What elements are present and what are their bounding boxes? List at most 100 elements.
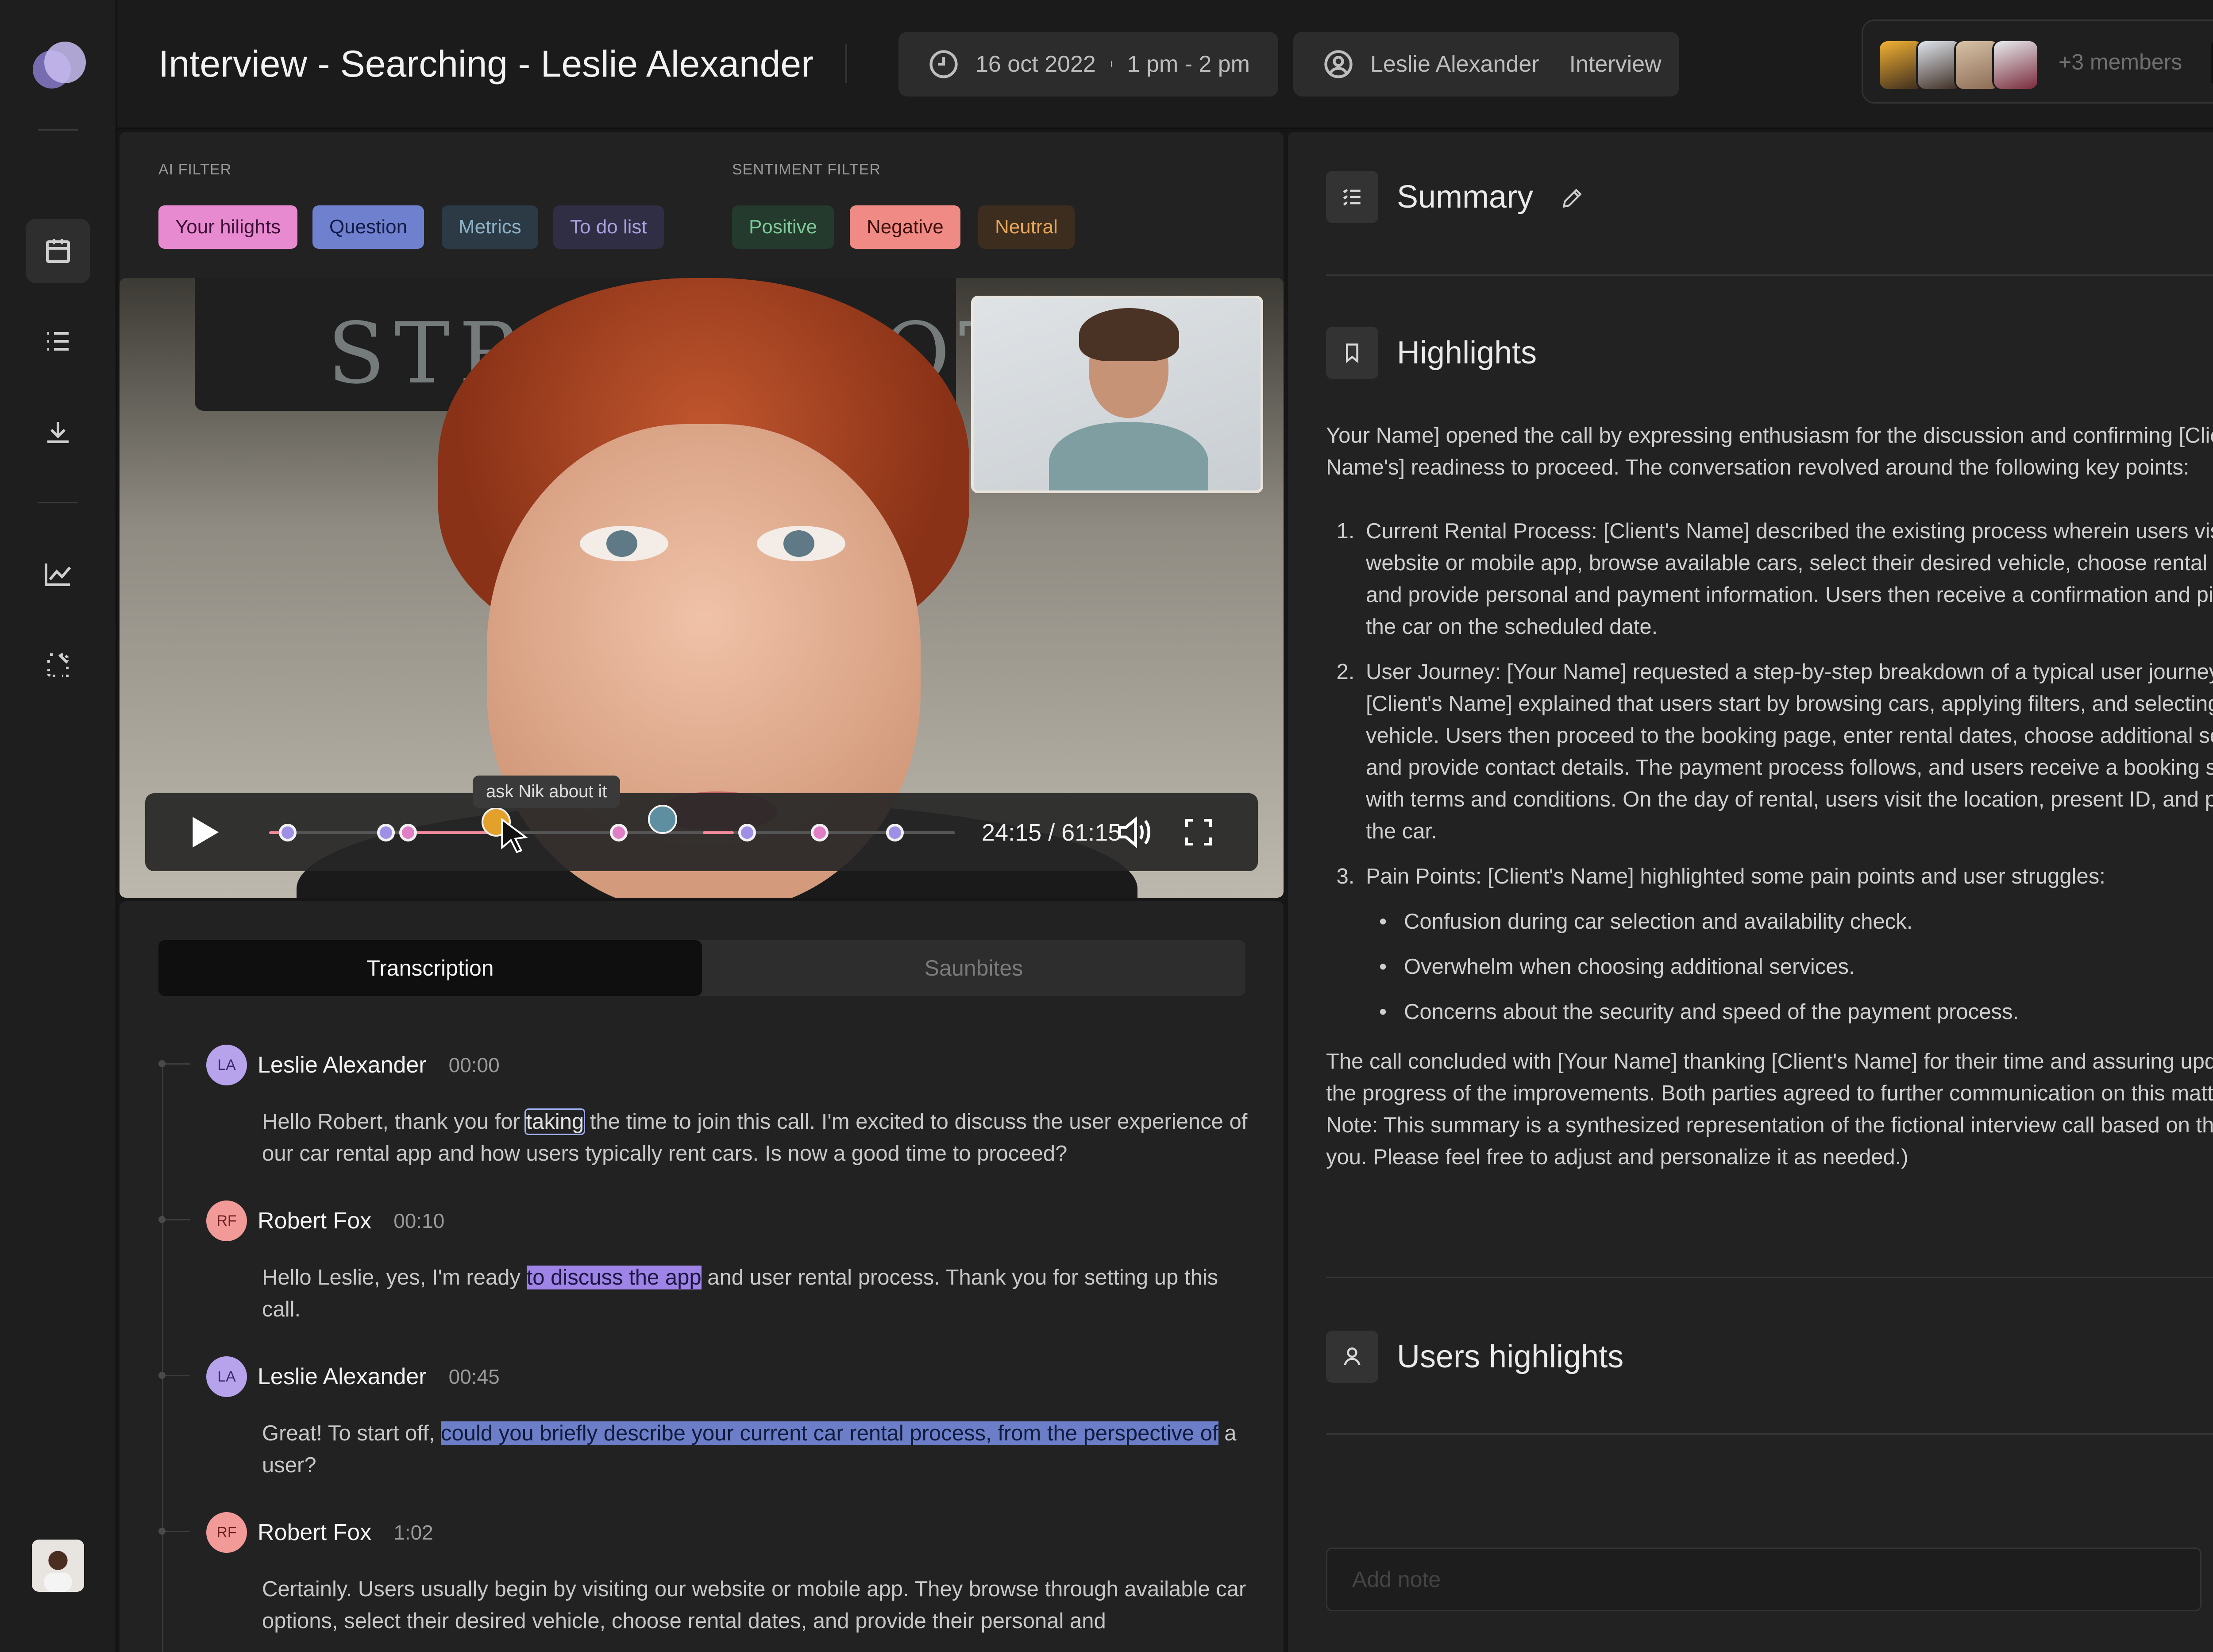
video-controls: ask Nik about it 24:15 / 61:15	[145, 776, 1258, 871]
timestamp[interactable]: 00:00	[449, 1053, 500, 1077]
video-player[interactable]: STRAWB HOT CH	[120, 278, 1284, 898]
transcript-text: Hello Leslie, yes, I'm ready to discuss …	[262, 1266, 1218, 1321]
filter-chip-metrics[interactable]: Metrics	[442, 205, 538, 249]
sidebar-item-list[interactable]	[26, 309, 90, 374]
timeline-tick	[158, 1528, 190, 1535]
question-span[interactable]: could you briefly describe your current …	[441, 1421, 1218, 1445]
section-icon	[1326, 1331, 1378, 1383]
app-logo[interactable]	[33, 42, 86, 90]
timeline-marker[interactable]	[811, 824, 829, 841]
checklist-icon	[1343, 189, 1361, 206]
sidebar-item-expand[interactable]	[26, 633, 90, 698]
timestamp[interactable]: 00:10	[393, 1209, 444, 1233]
transcript-entry[interactable]: RF Robert Fox 1:02 Certainly. Users usua…	[206, 1510, 1251, 1637]
sidebar	[0, 0, 117, 1652]
users-highlights-section-header[interactable]: Users highlights	[1326, 1331, 2213, 1388]
play-icon[interactable]	[189, 815, 220, 849]
timeline-marker[interactable]	[279, 824, 297, 841]
section-divider	[1326, 1277, 2213, 1278]
video-subject-eye	[757, 526, 845, 561]
speaker-initials: RF	[206, 1512, 247, 1553]
separator-dot	[1110, 61, 1112, 67]
pencil-icon[interactable]	[1560, 186, 1585, 211]
player-panel: AI FILTER SENTIMENT FILTER Your hilights…	[120, 132, 1284, 898]
sentiment-filter-label: SENTIMENT FILTER	[732, 161, 881, 178]
ai-filter-label: AI FILTER	[158, 161, 232, 178]
pain-points-list: Confusion during car selection and avail…	[1379, 906, 2213, 1028]
filter-chip-positive[interactable]: Positive	[732, 205, 834, 249]
highlights-section-header[interactable]: Highlights	[1326, 327, 2213, 384]
member-avatars[interactable]	[1878, 39, 2039, 91]
tab-saunbites[interactable]: Saunbites	[702, 940, 1245, 996]
tab-transcription[interactable]: Transcription	[158, 940, 702, 996]
transcript-text: Great! To start off, could you briefly d…	[262, 1421, 1237, 1477]
expand-icon	[47, 653, 69, 677]
summary-section-header[interactable]: Summary	[1326, 171, 2213, 228]
transcript-panel: Transcription Saunbites LA Leslie Alexan…	[120, 901, 1284, 1652]
pip-subject-hair	[1079, 308, 1179, 361]
sidebar-divider	[38, 129, 78, 131]
key-point: Current Rental Process: [Client's Name] …	[1361, 515, 2213, 643]
timeline-marker[interactable]	[738, 824, 756, 841]
picture-in-picture[interactable]	[971, 296, 1263, 493]
cursor-icon	[501, 818, 528, 853]
key-points-list: Current Rental Process: [Client's Name] …	[1361, 515, 2213, 1028]
user-avatar-icon	[44, 1551, 72, 1592]
speaker-initials: RF	[206, 1200, 247, 1241]
video-subject-eye	[580, 526, 668, 561]
transcript-entry[interactable]: LA Leslie Alexander 00:45 Great! To star…	[206, 1355, 1251, 1481]
filter-chip-question[interactable]: Question	[312, 205, 424, 249]
filter-chip-todo[interactable]: To do list	[553, 205, 664, 249]
title-divider	[845, 44, 847, 83]
timeline-tick	[158, 1216, 190, 1223]
pain-point: Confusion during car selection and avail…	[1379, 906, 2213, 938]
timeline-marker[interactable]	[399, 824, 417, 841]
note-input[interactable]: Add note	[1326, 1548, 2201, 1611]
transcript-entry[interactable]: RF Robert Fox 00:10 Hello Leslie, yes, I…	[206, 1199, 1251, 1325]
member-avatar[interactable]	[1992, 39, 2039, 91]
section-divider	[1326, 274, 2213, 276]
add-member-button[interactable]	[2211, 39, 2213, 86]
top-bar: Interview - Searching - Leslie Alexander…	[117, 0, 2213, 129]
speaker-name: Leslie Alexander	[258, 1364, 427, 1390]
filter-chip-negative[interactable]: Negative	[850, 205, 960, 249]
members-count[interactable]: +3 members	[2059, 49, 2182, 75]
timeline-marker[interactable]	[610, 824, 628, 841]
transcript-entry[interactable]: LA Leslie Alexander 00:00 Hello Robert, …	[206, 1043, 1251, 1170]
members-group[interactable]: +3 members	[1862, 19, 2213, 104]
timeline-marker[interactable]	[377, 824, 395, 841]
highlight-span[interactable]: to discuss the app	[526, 1266, 702, 1289]
speaker-initials: LA	[206, 1356, 247, 1397]
fullscreen-icon[interactable]	[1183, 816, 1214, 848]
filter-chip-neutral[interactable]: Neutral	[978, 205, 1075, 249]
timestamp[interactable]: 00:45	[449, 1365, 500, 1389]
page-title: Interview - Searching - Leslie Alexander	[158, 43, 814, 85]
sidebar-item-analytics[interactable]	[26, 542, 90, 606]
sidebar-item-download[interactable]	[26, 400, 90, 465]
key-point: User Journey: [Your Name] requested a st…	[1361, 656, 2213, 847]
meeting-time: 1 pm - 2 pm	[1127, 51, 1250, 77]
timeline-tick	[158, 1372, 190, 1379]
playback-time: 24:15 / 61:15	[982, 819, 1122, 846]
datetime-pill[interactable]: 16 oct 2022 1 pm - 2 pm	[898, 32, 1278, 96]
comment-avatar-marker[interactable]	[648, 805, 677, 834]
participant-pill[interactable]: Leslie Alexander Interview	[1293, 32, 1679, 96]
speaker-name: Robert Fox	[258, 1520, 372, 1545]
volume-icon[interactable]	[1114, 814, 1153, 850]
timestamp[interactable]: 1:02	[393, 1521, 433, 1544]
section-icon	[1326, 327, 1378, 379]
transcript-text: Hello Robert, thank you for taking the t…	[262, 1108, 1248, 1166]
filter-chip-highlights[interactable]: Your hilights	[158, 205, 298, 249]
selected-word[interactable]: taking	[524, 1108, 586, 1135]
speaker-name: Robert Fox	[258, 1208, 372, 1234]
timeline-marker[interactable]	[886, 824, 904, 841]
highlights-content: Your Name] opened the call by expressing…	[1326, 420, 2213, 1173]
sidebar-item-calendar[interactable]	[26, 219, 90, 283]
avatar[interactable]	[32, 1540, 84, 1592]
user-icon	[1324, 50, 1353, 78]
highlights-conclusion: The call concluded with [Your Name] than…	[1326, 1050, 2213, 1105]
pain-point: Overwhelm when choosing additional servi…	[1379, 951, 2213, 983]
timeline-track[interactable]: ask Nik about it	[269, 776, 955, 853]
bookmark-icon	[1346, 344, 1358, 363]
meeting-type: Interview	[1569, 51, 1662, 77]
